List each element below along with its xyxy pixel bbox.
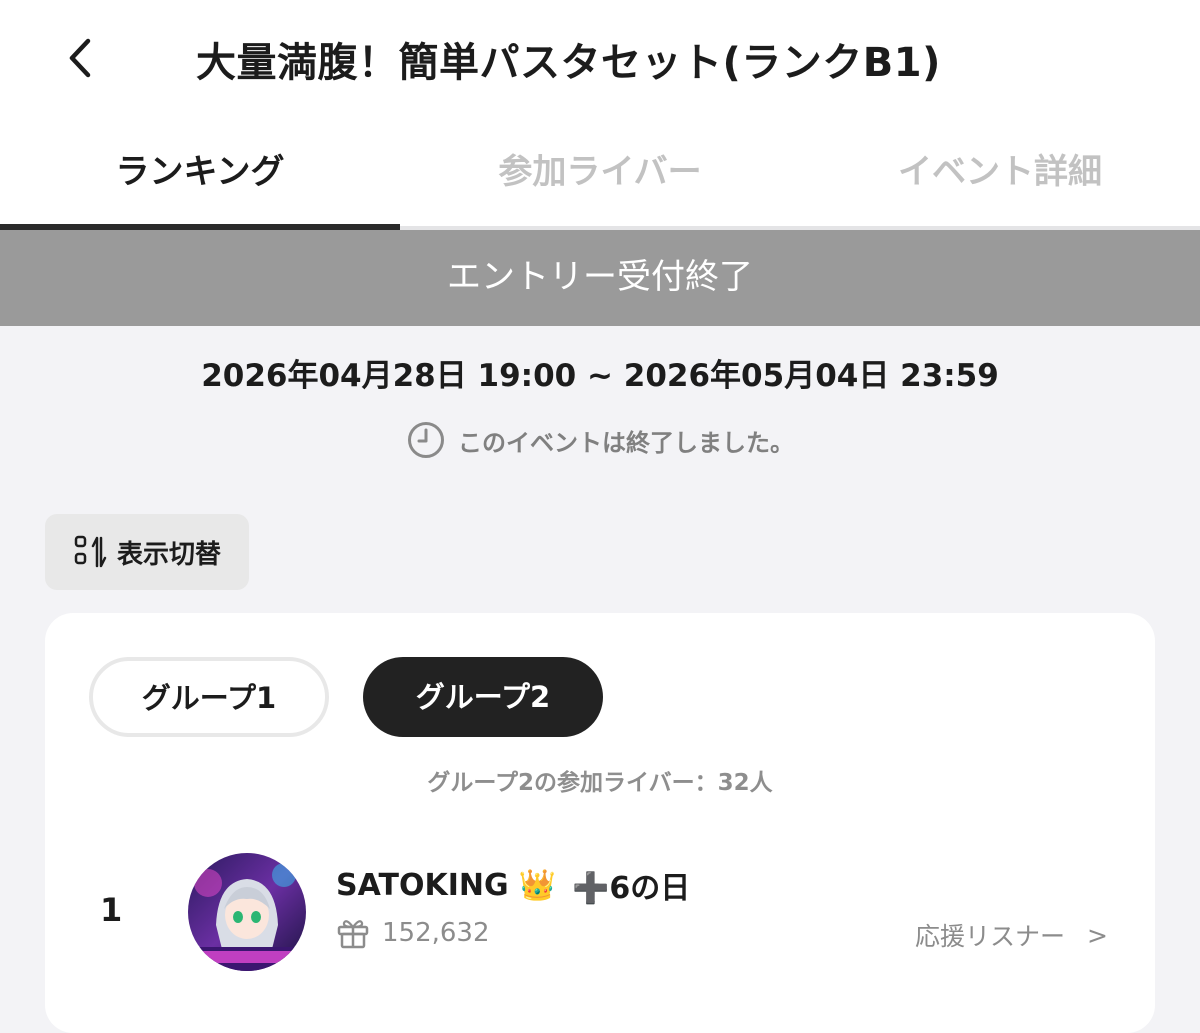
entry-closed-banner: エントリー受付終了 [0,230,1200,326]
gift-points-row: 152,632 [336,916,490,950]
page-title: 大量満腹！簡単パスタセット(ランクB1) [196,40,941,86]
supporters-link[interactable]: 応援リスナー > [915,917,1108,953]
gift-points: 152,632 [382,918,490,948]
tab-participants[interactable]: 参加ライバー [400,130,800,230]
header-bar: 大量満腹！簡単パスタセット(ランクB1) ランキング 参加ライバー イベント詳細 [0,0,1200,230]
group-1-button[interactable]: グループ1 [89,657,329,737]
gift-icon [337,920,369,949]
event-period: 2026年04月28日 19:00 ~ 2026年05月04日 23:59 [201,358,999,394]
chevron-left-icon [69,38,91,78]
avatar-image [188,853,306,971]
tab-event-details[interactable]: イベント詳細 [800,130,1200,230]
rank-number: 1 [100,891,123,929]
back-button[interactable] [58,34,102,82]
sort-toggle-icon [74,535,107,568]
liver-name-row: SATOKING 👑 ➕6の日 [336,863,690,907]
ranking-card: グループ1 グループ2 グループ2の参加ライバー：32人 1 SATOKING … [45,613,1155,1033]
event-status: このイベントは終了しました。 [0,420,1200,460]
avatar[interactable] [188,853,306,971]
chevron-right-icon: > [1087,920,1108,950]
participants-count: グループ2の参加ライバー：32人 [427,770,773,796]
supporters-label: 応援リスナー [915,922,1066,951]
crown-icon: 👑 [518,867,556,903]
event-status-text: このイベントは終了しました。 [458,428,794,457]
clock-icon [408,422,444,458]
liver-name: SATOKING [336,867,509,903]
group-2-button[interactable]: グループ2 [363,657,603,737]
display-toggle-button[interactable]: 表示切替 [45,514,249,590]
tab-ranking[interactable]: ランキング [0,130,400,230]
tab-bar: ランキング 参加ライバー イベント詳細 [0,130,1200,230]
event-badge: ➕6の日 [571,871,691,906]
display-toggle-label: 表示切替 [116,539,221,570]
